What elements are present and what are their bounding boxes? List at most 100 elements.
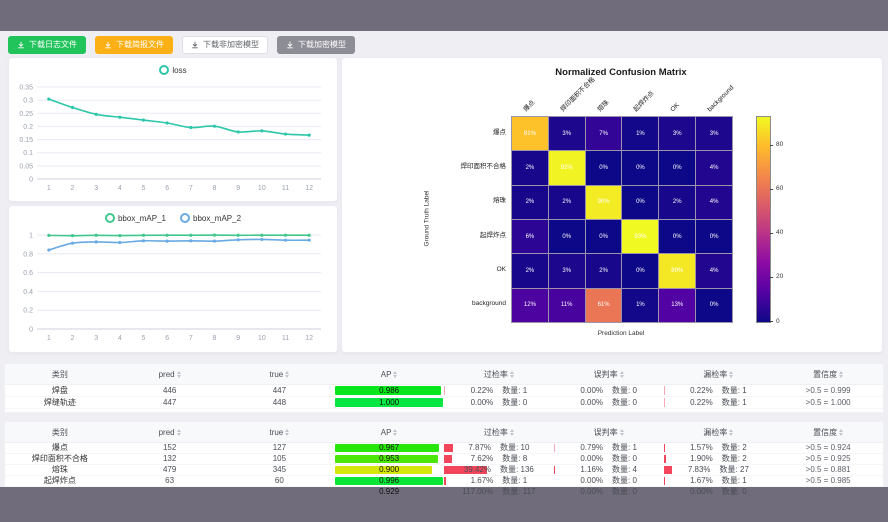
table-row: 起焊炸点63600.9961.67%数量: 10.00%数量: 01.67%数量… bbox=[5, 476, 883, 487]
misjudge-count: 数量: 1 bbox=[612, 443, 637, 453]
column-header-AP[interactable]: AP bbox=[334, 427, 444, 438]
sort-caret-icon[interactable] bbox=[839, 369, 843, 380]
column-header-pred[interactable]: pred bbox=[115, 427, 225, 438]
column-header-误判率[interactable]: 误判率 bbox=[554, 427, 664, 438]
matrix-cell: 4% bbox=[696, 186, 732, 219]
sort-caret-icon[interactable] bbox=[177, 369, 181, 380]
bottom-bar bbox=[0, 487, 888, 522]
matrix-cell: 0% bbox=[696, 289, 732, 322]
loss-chart-card: loss 00.050.10.150.20.250.30.35123456789… bbox=[8, 57, 338, 202]
misjudge-cell: 0.00%数量: 0 bbox=[554, 397, 664, 408]
column-header-AP[interactable]: AP bbox=[334, 369, 444, 380]
pred-value: 63 bbox=[115, 476, 225, 486]
download-encrypted-model-button[interactable]: 下载加密模型 bbox=[277, 36, 355, 54]
download-unencrypted-model-button[interactable]: 下载非加密模型 bbox=[182, 36, 268, 54]
misjudge-count: 数量: 0 bbox=[612, 476, 637, 486]
overkill-pct: 7.62% bbox=[471, 454, 494, 464]
sort-caret-icon[interactable] bbox=[285, 369, 289, 380]
column-header-true[interactable]: true bbox=[225, 369, 335, 380]
data-point bbox=[95, 240, 98, 243]
sort-caret-icon[interactable] bbox=[393, 427, 397, 438]
column-header-漏检率[interactable]: 漏检率 bbox=[664, 427, 774, 438]
miss-count: 数量: 0 bbox=[722, 487, 747, 497]
legend-item-bbox_mAP_1[interactable]: bbox_mAP_1 bbox=[105, 213, 166, 223]
matrix-cell: 2% bbox=[549, 186, 585, 219]
y-tick-label: 1 bbox=[29, 233, 33, 240]
y-tick-label: 0.6 bbox=[23, 270, 33, 277]
matrix-col-label: background bbox=[706, 84, 736, 114]
miss-bar bbox=[664, 386, 665, 395]
table-row: 焊缝轨迹4474481.0000.00%数量: 00.00%数量: 00.22%… bbox=[5, 397, 883, 409]
legend-item-loss[interactable]: loss bbox=[159, 65, 186, 75]
column-header-漏检率[interactable]: 漏检率 bbox=[664, 369, 774, 380]
overkill-count: 数量: 10 bbox=[500, 443, 529, 453]
legend-item-bbox_mAP_2[interactable]: bbox_mAP_2 bbox=[180, 213, 241, 223]
sort-caret-icon[interactable] bbox=[729, 369, 733, 380]
sort-caret-icon[interactable] bbox=[177, 427, 181, 438]
column-header-true[interactable]: true bbox=[225, 427, 335, 438]
x-tick-label: 4 bbox=[118, 185, 122, 192]
legend-label: bbox_mAP_2 bbox=[193, 214, 241, 223]
column-header-置信度[interactable]: 置信度 bbox=[773, 369, 883, 380]
colorbar-tick-label: 20 bbox=[776, 273, 783, 280]
matrix-cell: 3% bbox=[549, 254, 585, 287]
header-label: AP bbox=[381, 428, 392, 437]
sort-caret-icon[interactable] bbox=[620, 427, 624, 438]
download-icon bbox=[17, 41, 25, 49]
matrix-cell: 90% bbox=[586, 186, 622, 219]
overkill-bar bbox=[444, 386, 445, 395]
download-log-button[interactable]: 下载日志文件 bbox=[8, 36, 86, 54]
header-label: 类别 bbox=[52, 369, 68, 380]
misjudge-bar bbox=[554, 466, 555, 474]
matrix-col-label: 焊印面积不合格 bbox=[559, 76, 597, 114]
y-tick-label: 0 bbox=[29, 177, 33, 184]
confidence-value: >0.5 = 1.000 bbox=[773, 397, 883, 408]
data-point bbox=[95, 113, 98, 116]
matrix-cell: 0% bbox=[622, 186, 658, 219]
colorbar-tick bbox=[770, 145, 773, 146]
column-header-过检率[interactable]: 过检率 bbox=[444, 369, 554, 380]
data-point bbox=[260, 129, 263, 132]
data-point bbox=[237, 234, 240, 237]
y-tick-label: 0.3 bbox=[23, 98, 33, 105]
sort-caret-icon[interactable] bbox=[285, 427, 289, 438]
overkill-cell: 0.22%数量: 1 bbox=[444, 385, 554, 396]
matrix-cell: 2% bbox=[586, 254, 622, 287]
column-header-pred[interactable]: pred bbox=[115, 369, 225, 380]
sort-caret-icon[interactable] bbox=[620, 369, 624, 380]
ap-cell: 1.000 bbox=[334, 397, 444, 408]
matrix-xlabel: Prediction Label bbox=[511, 330, 731, 337]
column-header-过检率[interactable]: 过检率 bbox=[444, 427, 554, 438]
download-report-button[interactable]: 下载简报文件 bbox=[95, 36, 173, 54]
row-label: 焊印面积不合格 bbox=[5, 454, 115, 464]
matrix-cell: 13% bbox=[659, 289, 695, 322]
misjudge-cell: 0.79%数量: 1 bbox=[554, 443, 664, 453]
table-row: 熔珠4793450.90039.42%数量: 1361.16%数量: 47.83… bbox=[5, 465, 883, 476]
sort-caret-icon[interactable] bbox=[510, 427, 514, 438]
header-label: 漏检率 bbox=[703, 369, 727, 380]
column-header-误判率[interactable]: 误判率 bbox=[554, 369, 664, 380]
data-point bbox=[142, 239, 145, 242]
data-point bbox=[260, 234, 263, 237]
button-label: 下载简报文件 bbox=[116, 41, 164, 49]
overkill-count: 数量: 117 bbox=[502, 487, 535, 497]
misjudge-count: 数量: 4 bbox=[612, 465, 637, 475]
pred-value: 132 bbox=[115, 454, 225, 464]
sort-caret-icon[interactable] bbox=[510, 369, 514, 380]
miss-pct: 1.67% bbox=[690, 476, 713, 486]
sort-caret-icon[interactable] bbox=[393, 369, 397, 380]
overkill-bar bbox=[444, 455, 452, 463]
sort-caret-icon[interactable] bbox=[839, 427, 843, 438]
confidence-value: >0.5 = 0.881 bbox=[773, 465, 883, 475]
matrix-title: Normalized Confusion Matrix bbox=[511, 67, 731, 78]
header-label: 过检率 bbox=[484, 369, 508, 380]
data-point bbox=[166, 121, 169, 124]
sort-caret-icon[interactable] bbox=[729, 427, 733, 438]
header-label: 漏检率 bbox=[703, 427, 727, 438]
series-icon bbox=[159, 65, 169, 75]
true-value: 448 bbox=[225, 397, 335, 408]
column-header-置信度[interactable]: 置信度 bbox=[773, 427, 883, 438]
x-tick-label: 4 bbox=[118, 335, 122, 342]
x-tick-label: 9 bbox=[236, 335, 240, 342]
overkill-cell: 7.62%数量: 8 bbox=[444, 454, 554, 464]
